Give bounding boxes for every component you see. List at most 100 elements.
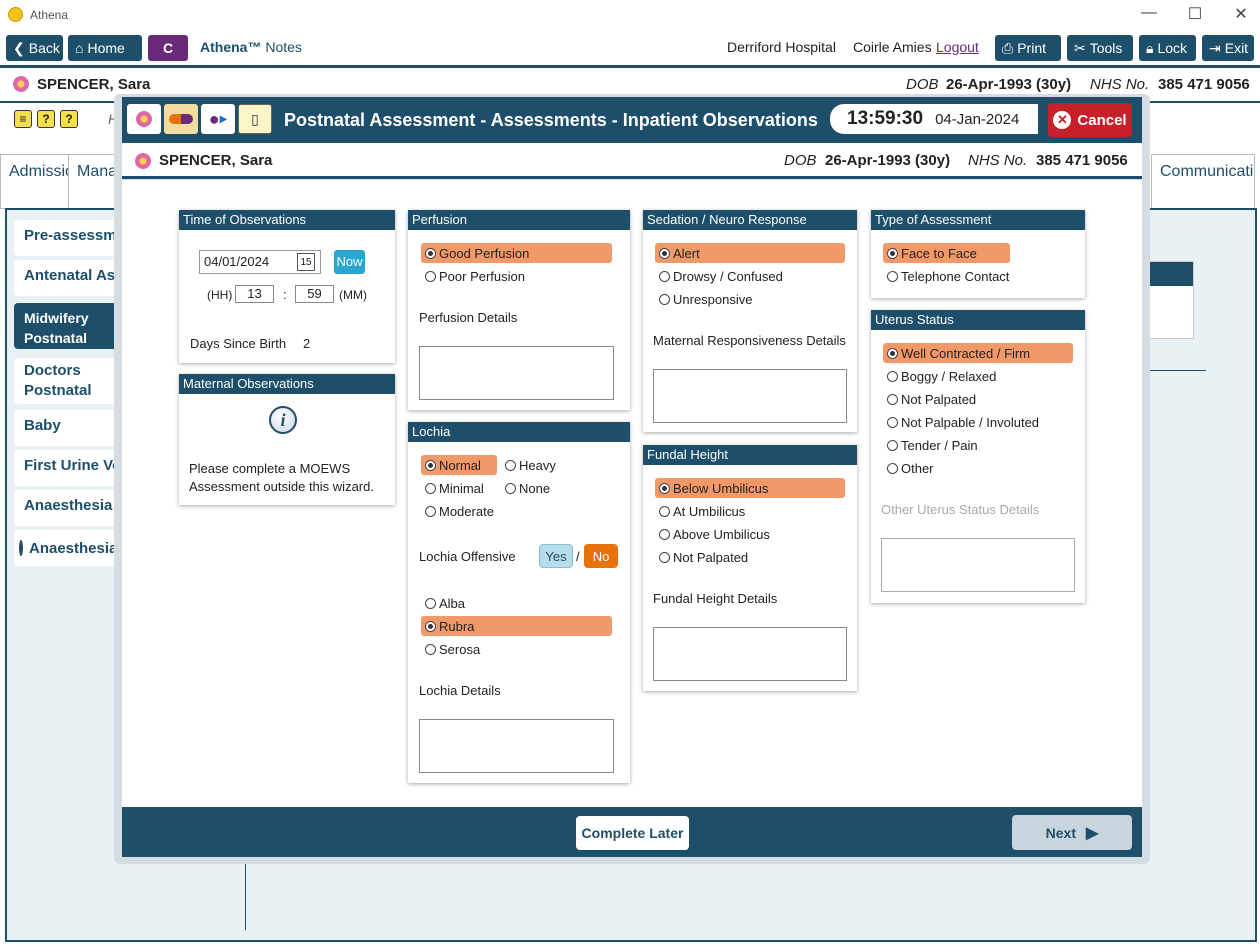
yes-no-separator: / [576, 549, 580, 564]
modal-patient-banner: SPENCER, Sara DOB 26-Apr-1993 (30y) NHS … [122, 143, 1142, 179]
lochia-panel: Lochia Normal Heavy Minimal None Moderat… [408, 422, 630, 783]
hour-input[interactable]: 13 [235, 285, 274, 303]
list-help-icon[interactable]: ≡ [14, 110, 32, 128]
responsiveness-details-label: Maternal Responsiveness Details [653, 333, 846, 348]
radio-drowsy-confused[interactable]: Drowsy / Confused [655, 266, 845, 286]
sidebar-item-midwifery-postnatal[interactable]: Midwifery Postnatal Assessments [14, 303, 124, 349]
flower-icon [12, 75, 30, 93]
radio-fundal-not-palpated[interactable]: Not Palpated [655, 547, 845, 567]
radio-lochia-serosa[interactable]: Serosa [421, 639, 612, 659]
radio-other[interactable]: Other [883, 458, 1073, 478]
lochia-details-textarea[interactable] [419, 719, 614, 773]
cancel-button[interactable]: ✕ Cancel [1048, 103, 1132, 137]
perfusion-details-textarea[interactable] [419, 346, 614, 400]
print-button[interactable]: ⎙ Print [995, 35, 1061, 61]
complete-later-button[interactable]: Complete Later [576, 816, 689, 850]
back-button[interactable]: ❮ Back [6, 35, 63, 61]
sidebar-item-anaesthesia-in[interactable]: Anaesthesia In [14, 490, 124, 526]
radio-lochia-rubra[interactable]: Rubra [421, 616, 612, 636]
radio-unresponsive[interactable]: Unresponsive [655, 289, 845, 309]
modal-title: Postnatal Assessment - Assessments - Inp… [284, 110, 818, 130]
radio-lochia-heavy[interactable]: Heavy [501, 455, 577, 475]
radio-lochia-minimal[interactable]: Minimal [421, 478, 497, 498]
radio-telephone-contact[interactable]: Telephone Contact [883, 266, 1073, 286]
bg-vline [245, 862, 246, 930]
clock-date: 04-Jan-2024 [935, 110, 1020, 128]
radio-lochia-normal[interactable]: Normal [421, 455, 497, 475]
radio-below-umbilicus[interactable]: Below Umbilicus [655, 478, 845, 498]
panel-header: Perfusion [408, 210, 630, 230]
lochia-offensive-yes[interactable]: Yes [539, 544, 573, 568]
sidebar-item-antenatal[interactable]: Antenatal Assessments [14, 260, 124, 296]
panel-header: Type of Assessment [871, 210, 1085, 230]
radio-boggy-relaxed[interactable]: Boggy / Relaxed [883, 366, 1073, 386]
dob-value: 26-Apr-1993 (30y) [946, 76, 1072, 93]
tab-communications[interactable]: Communications [1151, 154, 1255, 209]
tab-admission[interactable]: Admission [0, 154, 69, 209]
lochia-offensive-label: Lochia Offensive [419, 549, 516, 564]
days-since-birth-value: 2 [303, 336, 311, 351]
maximize-icon[interactable]: ☐ [1185, 4, 1205, 24]
fundal-height-panel: Fundal Height Below Umbilicus At Umbilic… [643, 445, 857, 691]
sidebar-item-baby[interactable]: Baby [14, 410, 124, 446]
patient-name: SPENCER, Sara [159, 152, 273, 169]
calendar-icon[interactable]: 15 [297, 253, 315, 271]
home-icon: ⌂ [75, 40, 84, 56]
lochia-offensive-no[interactable]: No [584, 544, 618, 568]
logout-link[interactable]: Logout [936, 39, 979, 55]
window-titlebar: Athena — ☐ ✕ [0, 0, 1260, 30]
panel-header: Time of Observations [179, 210, 395, 230]
tools-button[interactable]: ✂ Tools [1067, 35, 1133, 61]
clock-time: 13:59:30 [847, 108, 924, 129]
radio-above-umbilicus[interactable]: Above Umbilicus [655, 524, 845, 544]
radio-well-contracted[interactable]: Well Contracted / Firm [883, 343, 1073, 363]
radio-alert[interactable]: Alert [655, 243, 845, 263]
perfusion-details-label: Perfusion Details [419, 310, 518, 325]
sidebar-item-anaesthesia[interactable]: Anaesthesia [14, 530, 124, 566]
type-of-assessment-panel: Type of Assessment Face to Face Telephon… [871, 210, 1085, 298]
dob-label: DOB [784, 152, 817, 169]
radio-lochia-moderate[interactable]: Moderate [421, 501, 511, 521]
fundal-height-details-textarea[interactable] [653, 627, 847, 681]
minimize-icon[interactable]: — [1139, 4, 1159, 22]
hospital-name: Derriford Hospital [727, 39, 836, 55]
help-icon[interactable]: ? [37, 110, 55, 128]
other-uterus-details-textarea[interactable] [881, 538, 1075, 592]
responsiveness-details-textarea[interactable] [653, 369, 847, 423]
radio-face-to-face[interactable]: Face to Face [883, 243, 1010, 263]
printer-icon: ⎙ [1002, 39, 1014, 56]
sidebar-item-doctors-postnatal[interactable]: Doctors Postnatal Assessments [14, 358, 124, 404]
radio-at-umbilicus[interactable]: At Umbilicus [655, 501, 845, 521]
other-uterus-details-label: Other Uterus Status Details [881, 502, 1040, 517]
lock-button[interactable]: 🔒︎ Lock [1139, 35, 1196, 61]
notepad-icon: ▯ [238, 104, 272, 134]
exit-button[interactable]: ⇥ Exit [1202, 35, 1254, 61]
minute-input[interactable]: 59 [295, 285, 334, 303]
dob-value: 26-Apr-1993 (30y) [825, 152, 951, 169]
next-button[interactable]: Next ▶ [1012, 815, 1132, 850]
radio-lochia-none[interactable]: None [501, 478, 577, 498]
clock-display: 13:59:30 04-Jan-2024 [830, 104, 1038, 134]
nhs-label: NHS No. [1090, 76, 1150, 93]
nhs-label: NHS No. [968, 152, 1028, 169]
radio-tender-pain[interactable]: Tender / Pain [883, 435, 1073, 455]
nhs-value: 385 471 9056 [1158, 76, 1250, 93]
radio-good-perfusion[interactable]: Good Perfusion [421, 243, 612, 263]
help-icon[interactable]: ? [60, 110, 78, 128]
dob-label: DOB [906, 76, 939, 93]
radio-not-palpable-involuted[interactable]: Not Palpable / Involuted [883, 412, 1073, 432]
c-button[interactable]: C [148, 35, 188, 61]
days-since-birth-label: Days Since Birth [190, 336, 287, 351]
now-button[interactable]: Now [334, 250, 365, 274]
home-button[interactable]: ⌂ Home [68, 35, 142, 61]
sidebar-item-first-urine-void[interactable]: First Urine Void [14, 450, 124, 486]
exit-icon: ⇥ [1209, 39, 1221, 56]
moews-message: Please complete a MOEWS Assessment outsi… [189, 461, 374, 494]
chevron-left-icon: ❮ [13, 39, 25, 56]
athena-logo-icon [8, 7, 23, 22]
radio-lochia-alba[interactable]: Alba [421, 593, 612, 613]
radio-poor-perfusion[interactable]: Poor Perfusion [421, 266, 612, 286]
close-window-icon[interactable]: ✕ [1231, 4, 1251, 24]
radio-uterus-not-palpated[interactable]: Not Palpated [883, 389, 1073, 409]
sidebar-item-pre-assessment[interactable]: Pre-assessment [14, 220, 124, 256]
